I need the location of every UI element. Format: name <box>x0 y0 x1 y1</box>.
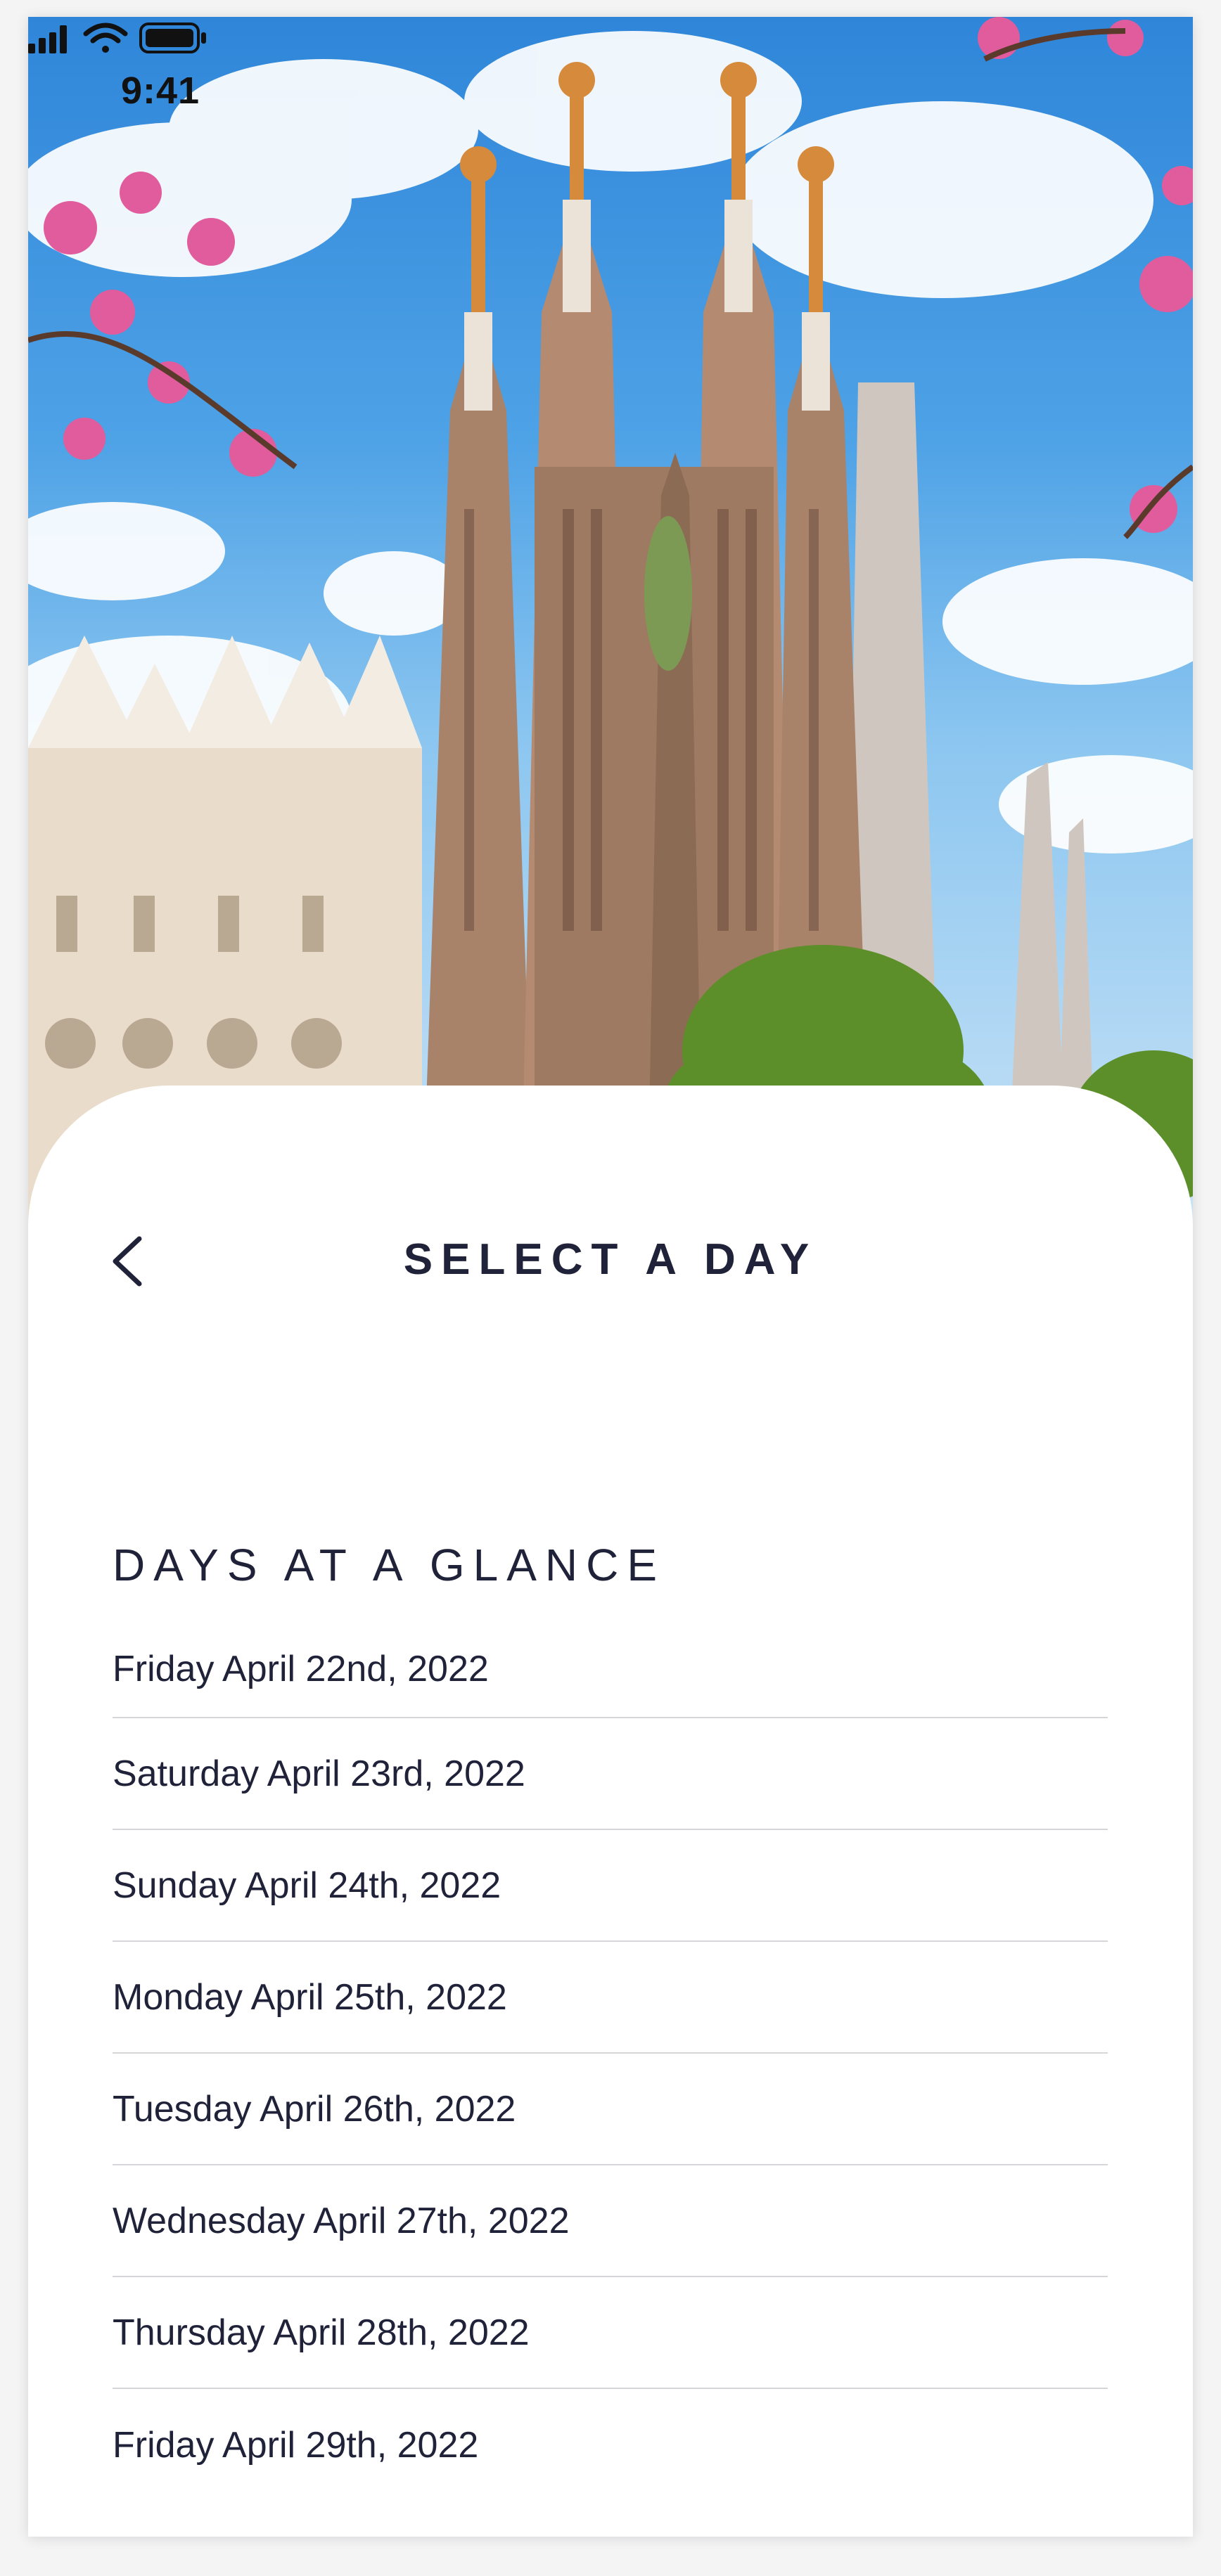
status-bar: 9:41 <box>28 17 1193 112</box>
battery-icon <box>139 22 206 53</box>
wifi-icon <box>83 22 128 53</box>
day-item-apr-25[interactable]: Monday April 25th, 2022 <box>113 1942 1108 2054</box>
phone-screen: 9:41 SELECT A DAY DAYS AT A GLANCE Frida… <box>28 17 1193 2537</box>
status-icons <box>28 22 206 53</box>
day-selection-sheet: SELECT A DAY DAYS AT A GLANCE Friday Apr… <box>28 1086 1193 2537</box>
day-item-apr-22[interactable]: Friday April 22nd, 2022 <box>113 1627 1108 1718</box>
day-item-apr-24[interactable]: Sunday April 24th, 2022 <box>113 1830 1108 1942</box>
section-title: DAYS AT A GLANCE <box>113 1540 666 1590</box>
day-item-apr-26[interactable]: Tuesday April 26th, 2022 <box>113 2054 1108 2165</box>
hero-image: 9:41 <box>28 17 1193 1226</box>
status-time: 9:41 <box>121 70 200 112</box>
day-item-apr-23[interactable]: Saturday April 23rd, 2022 <box>113 1718 1108 1830</box>
cathedral-illustration <box>28 17 1193 1226</box>
day-item-apr-27[interactable]: Wednesday April 27th, 2022 <box>113 2165 1108 2277</box>
day-item-apr-28[interactable]: Thursday April 28th, 2022 <box>113 2277 1108 2389</box>
page-title: SELECT A DAY <box>403 1235 818 1284</box>
day-item-apr-29[interactable]: Friday April 29th, 2022 <box>113 2389 1108 2501</box>
day-list: Friday April 22nd, 2022 Saturday April 2… <box>113 1627 1108 2501</box>
signal-icon <box>28 25 67 53</box>
